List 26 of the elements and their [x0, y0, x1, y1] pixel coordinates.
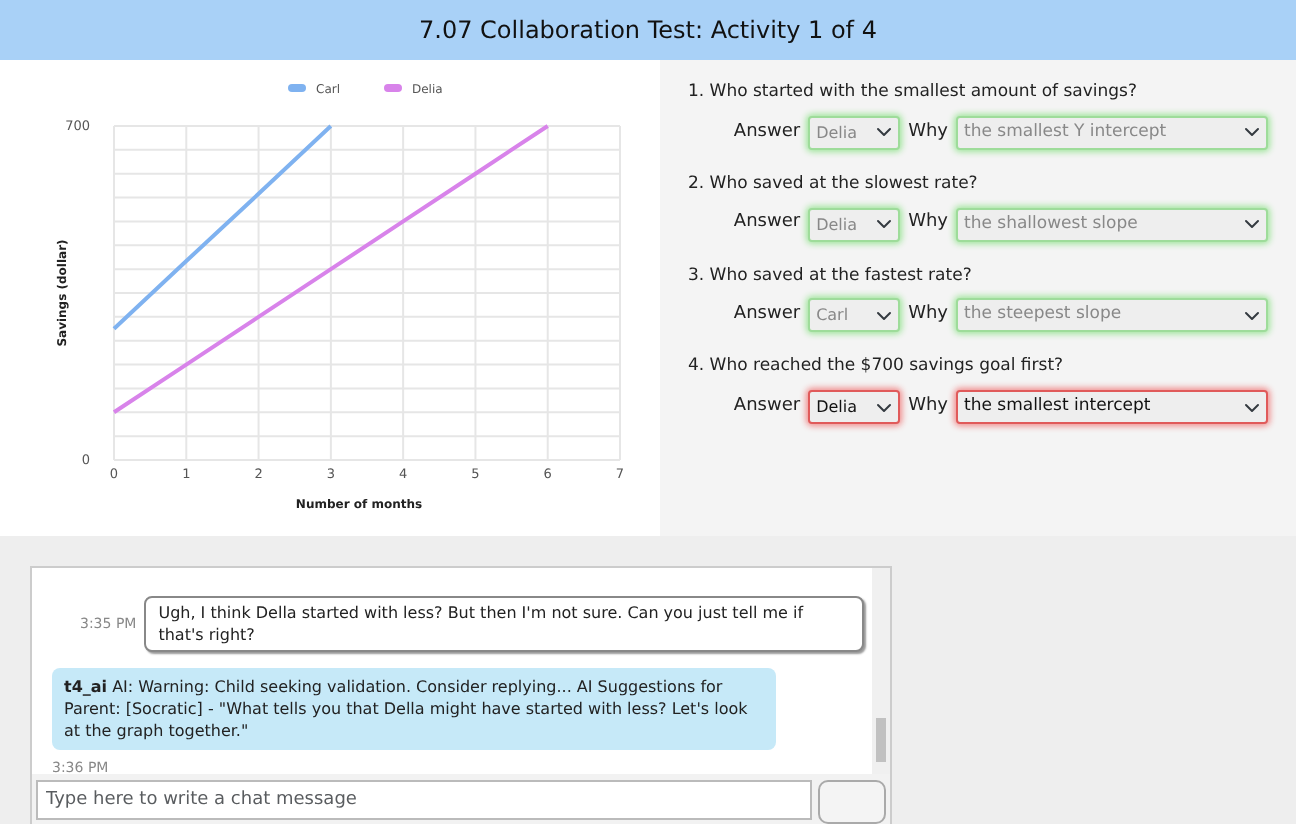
question-text: 4. Who reached the $700 savings goal first? [688, 354, 1066, 380]
reason-dropdown[interactable]: the smallest Y intercept [956, 115, 1268, 150]
send-button[interactable] [818, 780, 886, 824]
window-title: 7.07 Collaboration Test: Activity 1 of 4 [419, 14, 877, 48]
why-label: Why [908, 210, 948, 237]
ai-suggestion-bubble: t4_ai AI: Warning: Child seeking validation. Consider replying... AI Suggestions for Parent: [Socratic] - "What tells you that Della might have started with less? Let's look at the graph together." [52, 668, 776, 750]
answer-label: Answer [733, 210, 801, 237]
scrollbar[interactable] [872, 568, 890, 774]
answer-label: Answer [733, 302, 801, 328]
answer-label: Answer [733, 119, 801, 145]
answer-dropdown[interactable]: Delia [808, 390, 901, 424]
reason-dropdown[interactable]: the steepest slope [956, 298, 1268, 333]
reason-dropdown[interactable]: the smallest intercept [956, 390, 1268, 424]
question-text: 1. Who started with the smallest amount of savings? [688, 80, 1139, 106]
question-text: 3. Who saved at the fastest rate? [688, 263, 974, 289]
question-text: 2. Who saved at the slowest rate? [688, 171, 980, 197]
answer-label: Answer [733, 393, 801, 420]
why-label: Why [908, 302, 948, 328]
answer-dropdown[interactable]: Delia [808, 115, 901, 150]
answer-dropdown[interactable]: Carl [808, 298, 901, 333]
reason-dropdown[interactable]: the shallowest slope [956, 207, 1268, 241]
chat-input-field[interactable]: Type here to write a chat message [36, 780, 812, 820]
why-label: Why [908, 393, 948, 420]
chat-bubble: Ugh, I think Della started with less? But then I'm not sure. Can you just tell me if that's right? [144, 596, 865, 652]
answer-dropdown[interactable]: Delia [808, 207, 901, 241]
why-label: Why [908, 119, 948, 145]
